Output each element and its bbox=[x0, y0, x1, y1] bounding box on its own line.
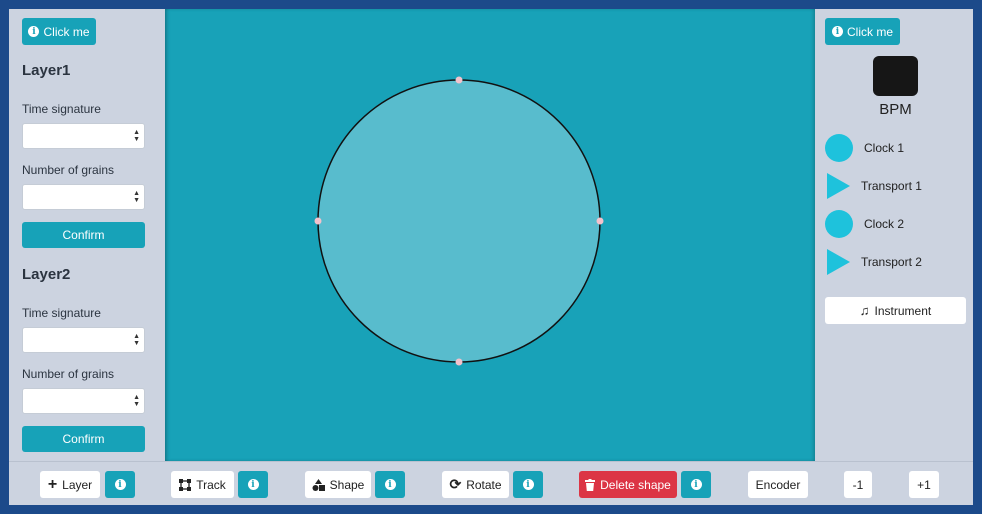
clock-1-icon[interactable] bbox=[825, 134, 853, 162]
right-click-me-label: Click me bbox=[846, 24, 893, 39]
layer2-time-signature-select[interactable]: ▲ ▼ bbox=[22, 327, 145, 353]
layer-info-button[interactable]: i bbox=[105, 471, 135, 498]
app-frame: i Click me Layer1 Time signature ▲ ▼ Numb… bbox=[9, 9, 973, 505]
delete-info-button[interactable]: i bbox=[681, 471, 711, 498]
delete-shape-label: Delete shape bbox=[600, 477, 671, 492]
right-click-me-button[interactable]: i Click me bbox=[825, 18, 900, 45]
add-layer-button[interactable]: + Layer bbox=[40, 471, 100, 498]
rotate-button[interactable]: ⟳ Rotate bbox=[442, 471, 509, 498]
info-icon: i bbox=[28, 26, 40, 37]
layer1-time-signature-label: Time signature bbox=[22, 102, 101, 116]
bpm-indicator[interactable] bbox=[873, 56, 918, 96]
layer2-title: Layer2 bbox=[22, 266, 71, 283]
delete-shape-button[interactable]: Delete shape bbox=[579, 471, 677, 498]
layer1-grains-label: Number of grains bbox=[22, 163, 115, 177]
clock-2-icon[interactable] bbox=[825, 210, 853, 238]
select-arrows-icon: ▲ ▼ bbox=[133, 190, 140, 204]
shape-button-label: Shape bbox=[329, 477, 365, 492]
increment-button[interactable]: +1 bbox=[909, 471, 939, 498]
clock-1-label: Clock 1 bbox=[864, 141, 905, 155]
control-point-bottom[interactable] bbox=[455, 358, 463, 366]
select-arrows-icon: ▲ ▼ bbox=[133, 394, 140, 408]
info-icon: i bbox=[247, 479, 259, 490]
transport-1-play-icon[interactable] bbox=[827, 173, 850, 199]
rotate-icon: ⟳ bbox=[449, 476, 462, 492]
instrument-button[interactable]: ♫ Instrument bbox=[825, 297, 966, 324]
decrement-button[interactable]: -1 bbox=[844, 471, 872, 498]
layer2-time-signature-label: Time signature bbox=[22, 306, 101, 320]
rotate-button-label: Rotate bbox=[466, 477, 502, 492]
left-panel: i Click me Layer1 Time signature ▲ ▼ Numb… bbox=[9, 9, 165, 461]
transport-2-play-icon[interactable] bbox=[827, 249, 850, 275]
select-arrows-icon: ▲ ▼ bbox=[133, 129, 140, 143]
control-point-left[interactable] bbox=[314, 217, 322, 225]
shape-info-button[interactable]: i bbox=[375, 471, 405, 498]
shapes-icon bbox=[312, 478, 325, 491]
bottom-toolbar: + Layer i Track i Shape i ⟳ Rotate i Del… bbox=[9, 461, 973, 505]
shape-button[interactable]: Shape bbox=[305, 471, 371, 498]
left-click-me-label: Click me bbox=[43, 24, 90, 39]
track-info-button[interactable]: i bbox=[238, 471, 268, 498]
info-icon: i bbox=[384, 479, 396, 490]
transport-2-label: Transport 2 bbox=[861, 255, 922, 269]
layer1-time-signature-select[interactable]: ▲ ▼ bbox=[22, 123, 145, 149]
layer1-title: Layer1 bbox=[22, 62, 71, 79]
vector-square-icon bbox=[179, 478, 192, 491]
info-icon: i bbox=[114, 479, 126, 490]
layer2-confirm-button[interactable]: Confirm bbox=[22, 426, 145, 452]
layer1-confirm-button[interactable]: Confirm bbox=[22, 222, 145, 248]
right-panel: i Click me BPM Clock 1 Transport 1 Clock… bbox=[815, 9, 973, 461]
layer-button-label: Layer bbox=[62, 477, 93, 492]
info-icon: i bbox=[831, 26, 843, 37]
shape-circle[interactable] bbox=[317, 79, 601, 363]
layer1-grains-select[interactable]: ▲ ▼ bbox=[22, 184, 145, 210]
select-arrows-icon: ▲ ▼ bbox=[133, 333, 140, 347]
bpm-label: BPM bbox=[879, 101, 912, 118]
info-icon: i bbox=[522, 479, 534, 490]
control-point-top[interactable] bbox=[455, 76, 463, 84]
info-icon: i bbox=[690, 479, 702, 490]
left-click-me-button[interactable]: i Click me bbox=[22, 18, 96, 45]
control-point-right[interactable] bbox=[596, 217, 604, 225]
clock-2-label: Clock 2 bbox=[864, 217, 905, 231]
music-note-icon: ♫ bbox=[859, 303, 870, 318]
shape-canvas[interactable] bbox=[165, 9, 815, 461]
rotate-info-button[interactable]: i bbox=[513, 471, 543, 498]
plus-icon: + bbox=[47, 475, 58, 493]
track-button-label: Track bbox=[196, 477, 226, 492]
layer2-grains-label: Number of grains bbox=[22, 367, 115, 381]
layer2-grains-select[interactable]: ▲ ▼ bbox=[22, 388, 145, 414]
trash-icon bbox=[585, 478, 596, 491]
canvas-svg bbox=[314, 76, 604, 366]
transport-1-label: Transport 1 bbox=[861, 179, 922, 193]
encoder-button[interactable]: Encoder bbox=[748, 471, 808, 498]
track-button[interactable]: Track bbox=[171, 471, 234, 498]
instrument-label: Instrument bbox=[874, 303, 932, 318]
